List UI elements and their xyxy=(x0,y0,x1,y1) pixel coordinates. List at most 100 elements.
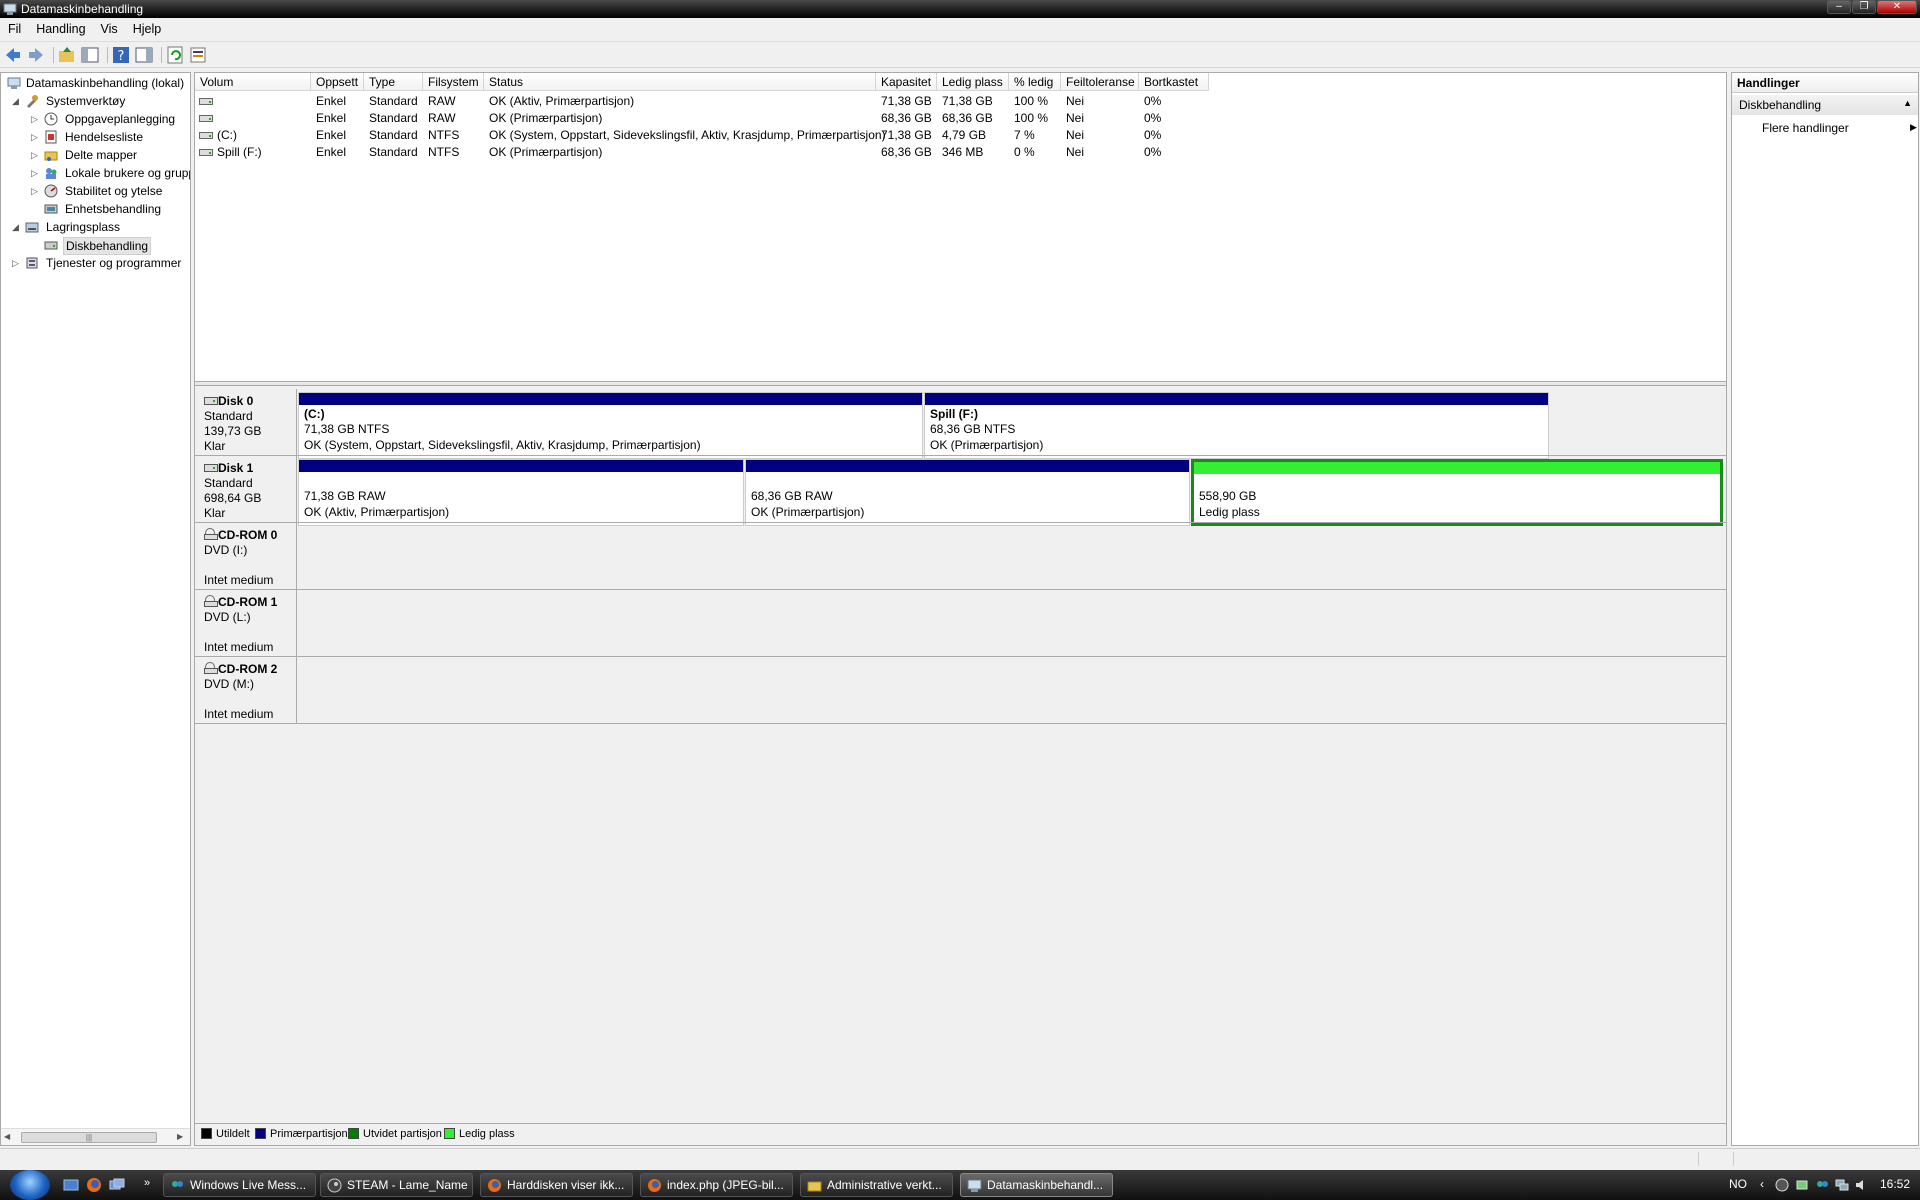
switch-windows-icon[interactable] xyxy=(109,1177,125,1193)
col-type[interactable]: Type xyxy=(364,73,423,91)
network-icon[interactable] xyxy=(1834,1177,1850,1193)
computer-management-icon xyxy=(3,3,17,15)
volume-icon[interactable] xyxy=(1854,1177,1870,1193)
taskbar-item-messenger[interactable]: Windows Live Mess... xyxy=(163,1173,316,1197)
tree-item-local-users[interactable]: ▷ Lokale brukere og grupper xyxy=(5,165,190,183)
disk-0-label[interactable]: Disk 0 Standard 139,73 GB Klar xyxy=(195,389,297,456)
volume-cell--ledig: 100 % xyxy=(1014,111,1049,125)
expand-icon[interactable]: ▷ xyxy=(31,183,41,199)
volume-row[interactable]: Spill (F:) Enkel Standard NTFS OK (Primærpar… xyxy=(195,144,1726,161)
tree-item-task-scheduler[interactable]: ▷ Oppgaveplanlegging xyxy=(5,111,190,129)
volume-cell-oppsett: Enkel xyxy=(316,145,347,159)
col-free-space[interactable]: Ledig plass xyxy=(937,73,1009,91)
minimize-button[interactable]: – xyxy=(1827,0,1851,14)
taskbar-item-administrative-tools[interactable]: Administrative verkt... xyxy=(800,1173,953,1197)
cdrom-2-label[interactable]: CD-ROM 2 DVD (M:) Intet medium xyxy=(195,657,297,724)
storage-icon xyxy=(25,222,39,233)
back-icon[interactable] xyxy=(3,45,23,65)
actions-section-disk-management[interactable]: Diskbehandling ▲ xyxy=(1732,95,1918,115)
volume-cell-volum: (C:) xyxy=(217,128,237,142)
steam-tray-icon[interactable] xyxy=(1774,1177,1790,1193)
pane-splitter[interactable] xyxy=(195,381,1726,386)
taskbar: » Windows Live Mess... STEAM - Lame_Name… xyxy=(0,1170,1920,1200)
partition-c[interactable]: (C:) 71,38 GB NTFS OK (System, Oppstart,… xyxy=(298,392,923,459)
chevron-left-icon[interactable]: ‹ xyxy=(1760,1177,1764,1191)
expand-icon[interactable]: ▷ xyxy=(31,129,41,145)
tree-item-event-viewer[interactable]: ▷ Hendelsesliste xyxy=(5,129,190,147)
collapse-icon[interactable]: ◢ xyxy=(12,219,22,235)
menu-help[interactable]: Hjelp xyxy=(125,18,169,36)
menu-action[interactable]: Handling xyxy=(28,18,92,36)
col-layout[interactable]: Oppsett xyxy=(311,73,364,91)
tree-item-computer-management[interactable]: Datamaskinbehandling (lokal) xyxy=(5,75,190,93)
show-hide-action-pane-icon[interactable] xyxy=(134,45,154,65)
partition-raw-1[interactable]: 71,38 GB RAW OK (Aktiv, Primærpartisjon) xyxy=(298,459,744,526)
cdrom-icon xyxy=(204,595,218,607)
volume-cell-kapasitet: 68,36 GB xyxy=(881,111,932,125)
firefox-icon[interactable] xyxy=(86,1177,102,1193)
close-button[interactable]: ✕ xyxy=(1877,0,1917,14)
col-fault-tolerance[interactable]: Feiltoleranse xyxy=(1061,73,1139,91)
cdrom-0-label[interactable]: CD-ROM 0 DVD (I:) Intet medium xyxy=(195,523,297,590)
more-actions-item[interactable]: Flere handlinger ▶ xyxy=(1762,121,1917,135)
expand-icon[interactable]: ▷ xyxy=(31,147,41,163)
taskbar-item-computer-management[interactable]: Datamaskinbehandl... xyxy=(960,1173,1113,1197)
show-hide-tree-icon[interactable] xyxy=(80,45,100,65)
taskbar-item-firefox-1[interactable]: Harddisken viser ikk... xyxy=(480,1173,633,1197)
volume-row[interactable]: Enkel Standard RAW OK (Aktiv, Primærpartisj… xyxy=(195,93,1726,110)
col-status[interactable]: Status xyxy=(484,73,876,91)
chevron-more-icon[interactable]: » xyxy=(144,1177,150,1189)
tree-item-system-tools[interactable]: ◢ Systemverktøy xyxy=(5,93,190,111)
clock[interactable]: 16:52 xyxy=(1880,1177,1910,1191)
language-indicator[interactable]: NO xyxy=(1729,1177,1747,1191)
partition-f[interactable]: Spill (F:) 68,36 GB NTFS OK (Primærparti… xyxy=(924,392,1549,459)
col-percent-free[interactable]: % ledig xyxy=(1009,73,1061,91)
tree-item-shared-folders[interactable]: ▷ Delte mapper xyxy=(5,147,190,165)
volume-row[interactable]: Enkel Standard RAW OK (Primærpartisjon) 68,3… xyxy=(195,110,1726,127)
col-volume[interactable]: Volum xyxy=(195,73,311,91)
scroll-right-icon[interactable]: ▶ xyxy=(177,1132,183,1141)
expand-icon[interactable]: ▷ xyxy=(31,165,41,181)
col-overhead[interactable]: Bortkastet xyxy=(1139,73,1209,91)
expand-icon[interactable]: ▷ xyxy=(12,255,22,271)
taskbar-item-firefox-2[interactable]: index.php (JPEG-bil... xyxy=(640,1173,793,1197)
volume-cell-bortkastet: 0% xyxy=(1144,111,1162,125)
battery-icon[interactable] xyxy=(1794,1177,1810,1193)
row-divider xyxy=(195,589,1726,590)
forward-icon[interactable] xyxy=(26,45,46,65)
col-capacity[interactable]: Kapasitet xyxy=(876,73,937,91)
unallocated-free-space[interactable]: 558,90 GB Ledig plass xyxy=(1191,459,1723,526)
menu-file[interactable]: Fil xyxy=(0,18,28,36)
col-filesystem[interactable]: Filsystem xyxy=(423,73,484,91)
volume-drive-icon xyxy=(199,132,213,139)
tree-horizontal-scrollbar[interactable]: ◀ ||| ▶ xyxy=(1,1128,190,1145)
cdrom-icon xyxy=(204,528,218,540)
show-desktop-icon[interactable] xyxy=(63,1177,79,1193)
up-folder-icon[interactable] xyxy=(57,45,77,65)
volume-row[interactable]: (C:) Enkel Standard NTFS OK (System, Oppstar… xyxy=(195,127,1726,144)
scroll-left-icon[interactable]: ◀ xyxy=(4,1132,10,1141)
start-button[interactable] xyxy=(10,1170,50,1200)
cdrom-1-label[interactable]: CD-ROM 1 DVD (L:) Intet medium xyxy=(195,590,297,657)
tree-item-storage[interactable]: ◢ Lagringsplass xyxy=(5,219,190,237)
collapse-icon[interactable]: ◢ xyxy=(12,93,22,109)
maximize-button[interactable]: ❐ xyxy=(1852,0,1876,14)
legend-primary: Primærpartisjon xyxy=(255,1128,348,1140)
disk-1-label[interactable]: Disk 1 Standard 698,64 GB Klar xyxy=(195,456,297,523)
volume-cell-bortkastet: 0% xyxy=(1144,128,1162,142)
refresh-icon[interactable] xyxy=(165,45,185,65)
scroll-thumb[interactable]: ||| xyxy=(21,1132,157,1143)
help-icon[interactable]: ? xyxy=(111,45,131,65)
properties-icon[interactable] xyxy=(188,45,208,65)
menu-view[interactable]: Vis xyxy=(93,18,125,36)
tree-item-reliability-performance[interactable]: ▷ Stabilitet og ytelse xyxy=(5,183,190,201)
tree-item-disk-management[interactable]: Diskbehandling xyxy=(5,237,190,255)
taskbar-item-steam[interactable]: STEAM - Lame_Name xyxy=(320,1173,473,1197)
messenger-tray-icon[interactable] xyxy=(1814,1177,1830,1193)
expand-icon[interactable]: ▷ xyxy=(31,111,41,127)
collapse-up-icon[interactable]: ▲ xyxy=(1903,98,1912,108)
tree-item-device-manager[interactable]: Enhetsbehandling xyxy=(5,201,190,219)
tree-item-services-applications[interactable]: ▷ Tjenester og programmer xyxy=(5,255,190,273)
partition-raw-2[interactable]: 68,36 GB RAW OK (Primærpartisjon) xyxy=(745,459,1190,526)
volume-cell-status: OK (Primærpartisjon) xyxy=(489,145,603,159)
